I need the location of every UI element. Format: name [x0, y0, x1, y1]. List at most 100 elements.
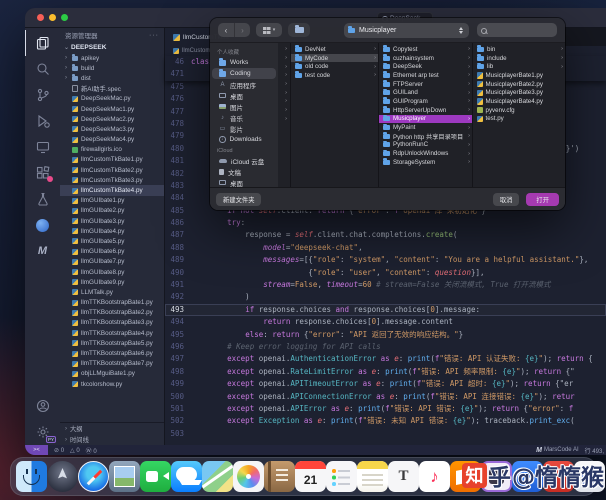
code-line[interactable]: 502 except Exception as e: print(f"错误: 未… — [165, 415, 606, 427]
explorer-file-row[interactable]: llmGUIbate1.py — [60, 196, 164, 206]
code-line[interactable]: 492 ) — [165, 291, 606, 303]
problems-warnings[interactable]: △ 0 — [70, 447, 80, 454]
explorer-file-row[interactable]: llmCustomTkBate4.py — [60, 185, 164, 196]
dialog-file-item[interactable]: FTPServer › — [379, 80, 472, 89]
code-line[interactable]: 490 {"role": "user", "content": question… — [165, 267, 606, 279]
explorer-file-row[interactable]: DeepSeekMac1.py — [60, 104, 164, 114]
favorite-item[interactable]: Works — [212, 57, 276, 68]
remote-indicator[interactable]: >< — [25, 445, 48, 455]
code-line[interactable]: 500 except openai.APIConnectionError as … — [165, 391, 606, 403]
code-line[interactable]: 489 messages=[{"role": "system", "conten… — [165, 254, 606, 266]
explorer-file-row[interactable]: firewallgirls.ico — [60, 145, 164, 155]
zoom-button[interactable] — [61, 14, 68, 21]
dialog-file-item[interactable]: MusicplayerBate2.py — [473, 80, 565, 89]
dialog-file-item[interactable]: PythonRunC › — [379, 140, 472, 150]
messages-dock-icon[interactable] — [171, 461, 202, 492]
favorite-item[interactable]: 桌面 — [212, 90, 276, 101]
minimize-button[interactable] — [49, 14, 56, 21]
favorite-item[interactable]: Coding — [212, 68, 276, 79]
explorer-file-row[interactable]: tkcolorshow.py — [60, 379, 164, 389]
music-dock-icon[interactable] — [419, 461, 450, 492]
favorite-item[interactable]: 图片 — [212, 101, 276, 112]
dialog-file-item[interactable]: test.py — [473, 115, 565, 124]
explorer-file-row[interactable]: DeepSeekMac3.py — [60, 124, 164, 134]
explorer-file-row[interactable]: LLMTalk.py — [60, 287, 164, 297]
activity-bar-extensions-icon[interactable] — [25, 160, 60, 186]
forward-button[interactable]: › — [234, 23, 250, 37]
explorer-file-row[interactable]: llmTTKBootstrapBate5.py — [60, 338, 164, 348]
dialog-file-item[interactable]: cuzhainsystem › — [379, 54, 472, 63]
contacts-dock-icon[interactable] — [264, 461, 295, 492]
favorite-item[interactable]: ♪ 音乐 — [212, 112, 276, 123]
dialog-file-item[interactable]: bin › — [473, 45, 565, 54]
explorer-file-row[interactable]: llmCustomTkBate3.py — [60, 175, 164, 185]
dialog-file-item[interactable]: MyCode › — [291, 53, 378, 63]
dialog-file-item[interactable]: lib › — [473, 62, 565, 71]
activity-bar-settings-icon[interactable]: PY — [25, 419, 60, 445]
explorer-file-row[interactable]: 新AI助手.spec — [60, 84, 164, 94]
dialog-file-item[interactable]: Ethernet arp test › — [379, 71, 472, 80]
code-line[interactable]: 496 # Keep error logging for API calls — [165, 341, 606, 353]
dialog-file-item[interactable]: StorageSystem › — [379, 158, 472, 167]
close-button[interactable] — [37, 14, 44, 21]
explorer-file-row[interactable]: llmGUIbate6.py — [60, 247, 164, 257]
explorer-file-row[interactable]: DeepSeekMac.py — [60, 94, 164, 104]
dialog-file-item[interactable]: Copytest › — [379, 45, 472, 54]
explorer-file-row[interactable]: llmTTKBootstrapBate2.py — [60, 308, 164, 318]
explorer-file-row[interactable]: llmTTKBootstrapBate6.py — [60, 348, 164, 358]
favorite-item[interactable]: 文稿 — [212, 166, 276, 177]
code-line[interactable]: 503 — [165, 428, 606, 440]
sidebar-section-时间线[interactable]: › 时间线 — [60, 434, 164, 445]
folder-action-button[interactable] — [288, 23, 310, 37]
explorer-file-row[interactable]: › build — [60, 63, 164, 73]
explorer-file-row[interactable]: llmGUIbate9.py — [60, 277, 164, 287]
explorer-file-row[interactable]: llmGUIbate4.py — [60, 226, 164, 236]
dialog-file-item[interactable]: test code › — [291, 71, 378, 80]
cursor-position[interactable]: 行 493, — [585, 446, 604, 455]
notes-dock-icon[interactable] — [357, 461, 388, 492]
launchpad-dock-icon[interactable] — [47, 461, 78, 492]
code-line[interactable]: 494 return response.choices[0].message.c… — [165, 316, 606, 328]
facetime-dock-icon[interactable] — [140, 461, 171, 492]
explorer-file-row[interactable]: DeepSeekMac4.py — [60, 135, 164, 145]
problems-errors[interactable]: ⊘ 0 — [54, 447, 64, 454]
explorer-file-row[interactable]: objLLMguiBate1.py — [60, 369, 164, 379]
explorer-file-row[interactable]: llmGUIbate3.py — [60, 216, 164, 226]
finder-dock-icon[interactable] — [16, 461, 47, 492]
explorer-file-row[interactable]: llmGUIbate5.py — [60, 236, 164, 246]
dialog-file-item[interactable]: MusicplayerBate3.py — [473, 88, 565, 97]
explorer-menu-icon[interactable]: ··· — [149, 32, 159, 39]
explorer-file-row[interactable]: llmCustomTkBate2.py — [60, 165, 164, 175]
explorer-root-folder[interactable]: ⌄ DEEPSEEK — [60, 42, 164, 53]
code-line[interactable]: 497 except openai.AuthenticationError as… — [165, 353, 606, 365]
explorer-file-row[interactable]: llmGUIbate8.py — [60, 267, 164, 277]
dialog-file-item[interactable]: HttpServerUpDown › — [379, 106, 472, 115]
dialog-file-item[interactable]: include › — [473, 54, 565, 63]
activity-bar-remote-monitor-icon[interactable] — [25, 134, 60, 160]
new-folder-button[interactable]: 新建文件夹 — [216, 192, 262, 206]
view-mode-button[interactable]: ▾ — [256, 23, 282, 37]
dialog-file-item[interactable]: DeepSeek › — [379, 62, 472, 71]
explorer-file-row[interactable]: llmTTKBootstrapBate1.py — [60, 298, 164, 308]
explorer-file-row[interactable]: llmTTKBootstrapBate3.py — [60, 318, 164, 328]
dialog-file-item[interactable]: GUIProgram › — [379, 97, 472, 106]
mail-dock-icon[interactable] — [109, 461, 140, 492]
dialog-file-item[interactable]: MusicplayerBate1.py — [473, 71, 565, 80]
marscode-ai-status[interactable]: M MarsCode AI — [536, 447, 579, 454]
activity-bar-source-control-icon[interactable] — [25, 82, 60, 108]
dialog-file-item[interactable]: Musicplayer › — [379, 114, 472, 124]
activity-bar-explorer-icon[interactable] — [25, 30, 60, 56]
dialog-file-item[interactable]: pyvenv.cfg — [473, 106, 565, 115]
favorite-item[interactable]: ▭ 影片 — [212, 123, 276, 134]
activity-bar-python-ext-icon[interactable] — [25, 212, 60, 238]
dialog-file-item[interactable]: Python http 共享目录项目 › — [379, 132, 472, 141]
explorer-file-row[interactable]: llmGUIbate7.py — [60, 257, 164, 267]
favorite-item[interactable]: 桌面 — [212, 177, 276, 187]
activity-bar-testing-icon[interactable] — [25, 186, 60, 212]
dialog-file-item[interactable]: GUILand › — [379, 88, 472, 97]
favorite-item[interactable]: ↓ Downloads — [212, 134, 276, 145]
code-line[interactable]: 493 if response.choices and response.cho… — [165, 304, 606, 316]
code-line[interactable]: 488 model="deepseek-chat", — [165, 242, 606, 254]
sidebar-section-大纲[interactable]: › 大纲 — [60, 423, 164, 434]
dialog-file-item[interactable]: old code › — [291, 62, 378, 71]
